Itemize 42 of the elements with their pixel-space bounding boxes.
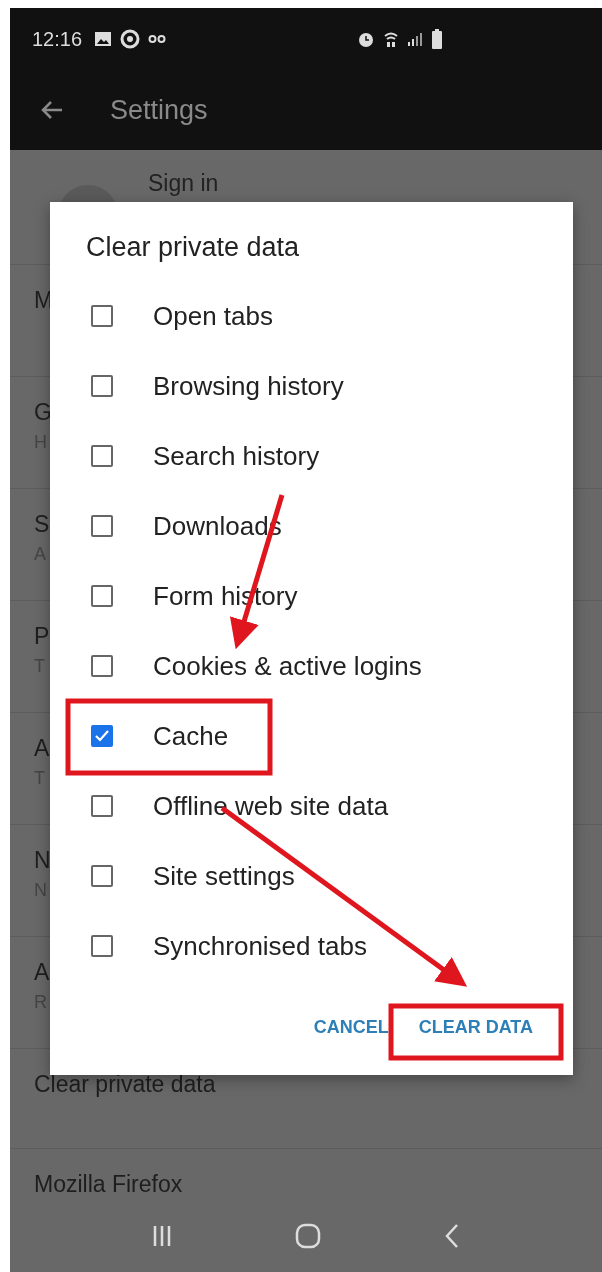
checkbox[interactable] — [91, 795, 113, 817]
recents-icon[interactable] — [151, 1225, 172, 1247]
setting-title[interactable]: Clear private data — [34, 1071, 216, 1098]
back-arrow-icon[interactable] — [40, 99, 64, 121]
setting-title[interactable]: A — [34, 959, 50, 986]
checkbox[interactable] — [91, 725, 113, 747]
toolbar-title: Settings — [110, 94, 208, 126]
wifi-icon — [383, 30, 400, 48]
check-icon — [94, 729, 110, 743]
option-label: Browsing history — [153, 370, 344, 402]
option-label: Cookies & active logins — [153, 650, 422, 682]
option-label: Site settings — [153, 860, 295, 892]
dialog-title: Clear private data — [85, 232, 301, 263]
checkbox[interactable] — [91, 515, 113, 537]
back-icon[interactable] — [444, 1223, 461, 1249]
option-label: Cache — [153, 720, 229, 752]
option-label: Synchronised tabs — [153, 930, 367, 962]
checkbox[interactable] — [91, 305, 113, 327]
checkbox[interactable] — [91, 445, 113, 467]
gallery-icon — [94, 31, 113, 47]
option-label: Offline web site data — [153, 790, 389, 822]
checkbox[interactable] — [91, 655, 113, 677]
checkbox[interactable] — [91, 585, 113, 607]
status-time: 12:16 — [32, 27, 83, 51]
setting-title[interactable]: P — [34, 623, 50, 650]
sign-in-label[interactable]: Sign in — [148, 170, 219, 197]
setting-title[interactable]: N — [34, 847, 51, 874]
signal-icon — [407, 31, 424, 47]
option-label: Search history — [153, 440, 320, 472]
option-label: Open tabs — [153, 300, 273, 332]
battery-icon — [431, 29, 444, 49]
checkbox[interactable] — [91, 865, 113, 887]
setting-title[interactable]: Mozilla Firefox — [34, 1171, 183, 1198]
home-icon[interactable] — [295, 1223, 321, 1249]
setting-title[interactable]: S — [34, 511, 50, 538]
voicemail-icon — [148, 34, 167, 44]
setting-title[interactable]: G — [34, 399, 52, 426]
checkbox[interactable] — [91, 375, 113, 397]
clear-data-button[interactable]: CLEAR DATA — [408, 1003, 543, 1052]
alarm-icon — [357, 30, 376, 48]
setting-title[interactable]: A — [34, 735, 50, 762]
checkbox[interactable] — [91, 935, 113, 957]
